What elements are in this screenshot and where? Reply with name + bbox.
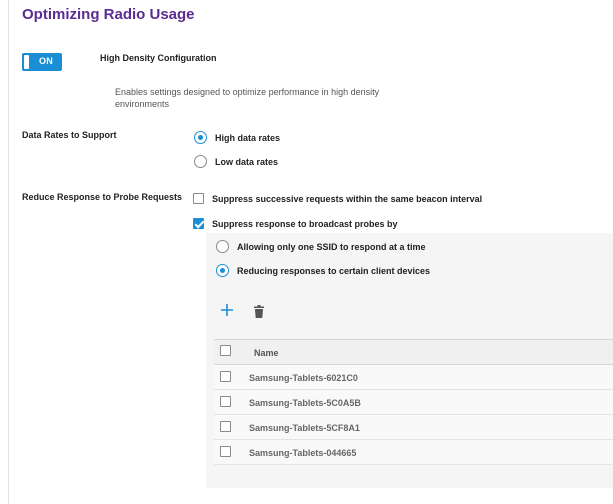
column-header-name[interactable]: Name: [254, 348, 279, 358]
checkbox[interactable]: [193, 193, 204, 204]
high-density-description: Enables settings designed to optimize pe…: [115, 87, 380, 109]
radio-label: Reducing responses to certain client dev…: [237, 265, 431, 276]
left-divider: [8, 0, 9, 504]
table-row[interactable]: Samsung-Tablets-6021C0: [214, 365, 613, 390]
data-rates-label: Data Rates to Support: [22, 130, 117, 140]
high-density-label: High Density Configuration: [100, 53, 217, 63]
row-checkbox[interactable]: [220, 421, 231, 432]
checkbox[interactable]: [193, 218, 204, 229]
probe-requests-label: Reduce Response to Probe Requests: [22, 192, 183, 202]
device-name: Samsung-Tablets-5C0A5B: [249, 398, 361, 408]
radio-button[interactable]: [194, 155, 207, 168]
high-density-toggle[interactable]: ON: [22, 53, 62, 71]
radio-high-data-rates[interactable]: High data rates: [194, 131, 280, 144]
toggle-knob: [24, 55, 29, 69]
suppress-successive-checkbox[interactable]: Suppress successive requests within the …: [193, 193, 482, 204]
table-header: Name: [214, 339, 613, 365]
radio-button[interactable]: [216, 264, 229, 277]
checkbox-label: Suppress response to broadcast probes by: [212, 218, 398, 229]
row-checkbox[interactable]: [220, 446, 231, 457]
radio-label: Low data rates: [215, 156, 279, 167]
client-devices-table: Name Samsung-Tablets-6021C0 Samsung-Tabl…: [214, 339, 613, 465]
radio-usage-page: Optimizing Radio Usage ON High Density C…: [0, 0, 613, 504]
device-name: Samsung-Tablets-5CF8A1: [249, 423, 360, 433]
checkbox-label: Suppress successive requests within the …: [212, 193, 483, 204]
table-row[interactable]: Samsung-Tablets-5CF8A1: [214, 415, 613, 440]
row-checkbox[interactable]: [220, 396, 231, 407]
device-name: Samsung-Tablets-6021C0: [249, 373, 358, 383]
radio-low-data-rates[interactable]: Low data rates: [194, 155, 278, 168]
toggle-state-label: ON: [39, 56, 54, 66]
table-row[interactable]: Samsung-Tablets-044665: [214, 440, 613, 465]
select-all-checkbox[interactable]: [220, 345, 231, 356]
radio-certain-clients[interactable]: Reducing responses to certain client dev…: [216, 264, 430, 277]
device-name: Samsung-Tablets-044665: [249, 448, 357, 458]
suppress-broadcast-checkbox[interactable]: Suppress response to broadcast probes by: [193, 218, 398, 229]
radio-label: High data rates: [215, 132, 281, 143]
trash-icon[interactable]: [254, 305, 264, 318]
table-row[interactable]: Samsung-Tablets-5C0A5B: [214, 390, 613, 415]
row-checkbox[interactable]: [220, 371, 231, 382]
radio-one-ssid[interactable]: Allowing only one SSID to respond at a t…: [216, 240, 426, 253]
radio-label: Allowing only one SSID to respond at a t…: [237, 241, 426, 252]
radio-button[interactable]: [194, 131, 207, 144]
radio-button[interactable]: [216, 240, 229, 253]
plus-icon[interactable]: [220, 303, 234, 317]
page-title: Optimizing Radio Usage: [22, 6, 195, 23]
